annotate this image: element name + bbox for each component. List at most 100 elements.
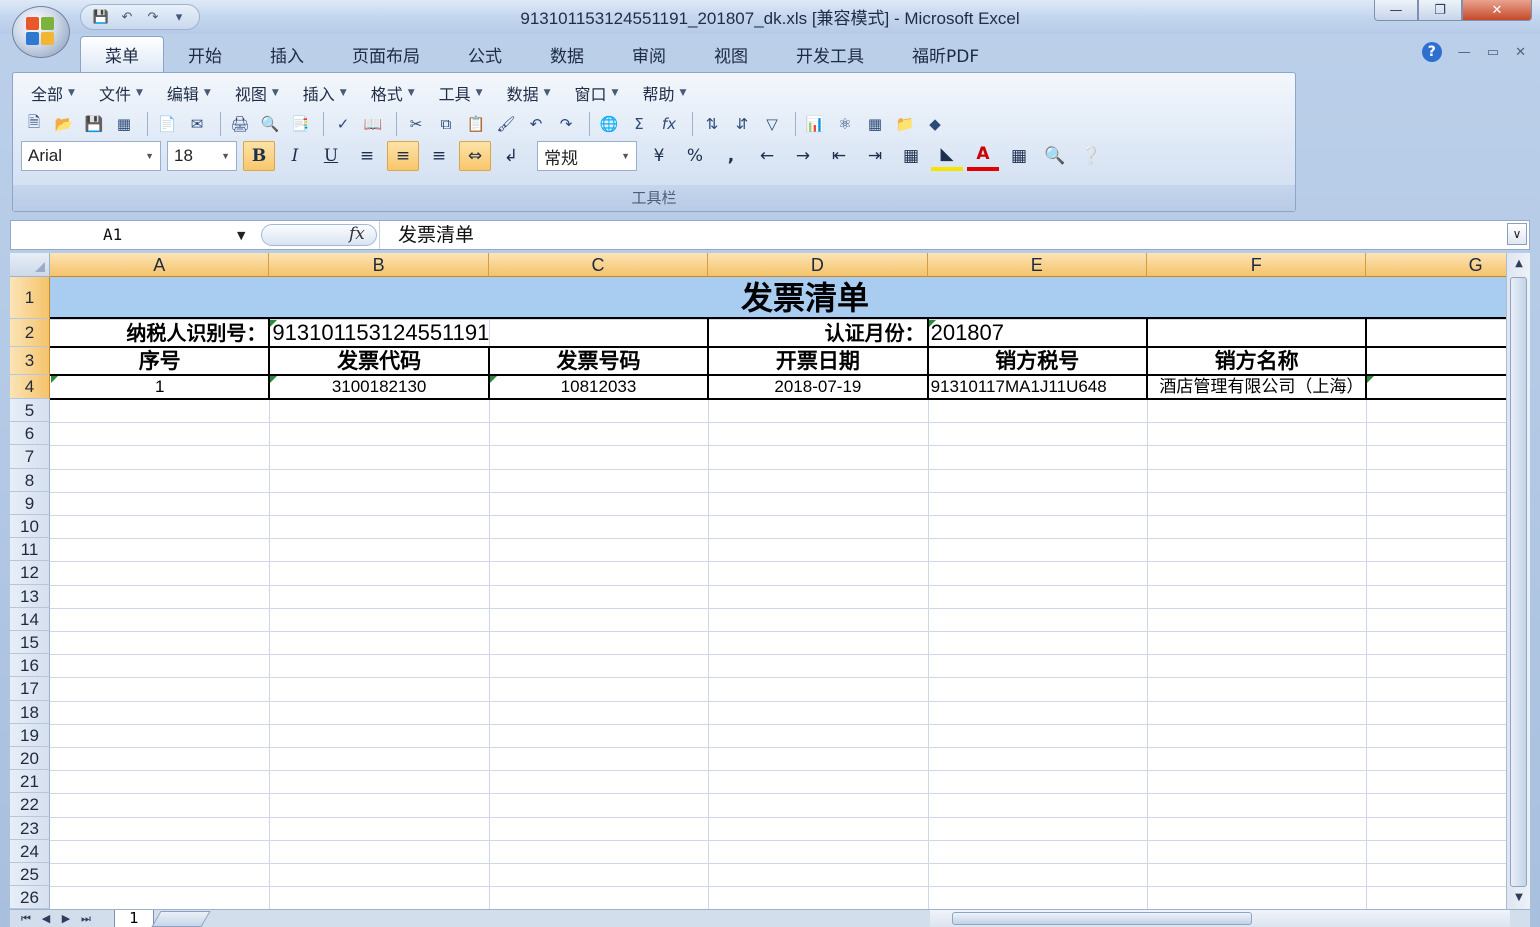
last-sheet-icon[interactable]: ⏭	[76, 910, 96, 927]
send-mail-icon[interactable]: ✉	[184, 111, 210, 137]
underline-button[interactable]: U	[315, 141, 347, 171]
column-title[interactable]: 销方税号	[931, 347, 1144, 375]
tab-foxit-pdf[interactable]: 福昕PDF	[888, 36, 1003, 72]
menu-file[interactable]: 文件 ▼	[89, 81, 153, 105]
save-icon[interactable]: 💾	[81, 111, 107, 137]
column-header-a[interactable]: A	[50, 253, 270, 277]
taxpayer-label[interactable]: 纳税人识别号：	[53, 319, 266, 347]
menu-format[interactable]: 格式 ▼	[361, 81, 425, 105]
row-header-15[interactable]: 15	[10, 631, 50, 655]
tab-review[interactable]: 审阅	[608, 36, 690, 72]
menu-view[interactable]: 视图 ▼	[225, 81, 289, 105]
worksheet-grid[interactable]: ABCDEFG 1 2 3 4 5 6 7 8 9 10 11 12 13 14 15 16 17 18 19 20 2…	[10, 253, 1506, 909]
wrap-text-icon[interactable]: ↲	[495, 141, 527, 171]
row-header-26[interactable]: 26	[10, 886, 50, 909]
print-icon[interactable]: 🖨	[227, 111, 253, 137]
row-header-20[interactable]: 20	[10, 747, 50, 771]
font-name-select[interactable]: Arial ▼	[21, 141, 161, 171]
number-format-select[interactable]: 常规 ▼	[537, 141, 637, 171]
open-folder-icon[interactable]: 📂	[51, 111, 77, 137]
record-cell[interactable]: 91310117MA1J11U648	[931, 375, 1144, 399]
row-header-24[interactable]: 24	[10, 839, 50, 863]
cut-icon[interactable]: ✂	[403, 111, 429, 137]
close-button[interactable]: ✕	[1462, 0, 1532, 21]
column-header-c[interactable]: C	[488, 253, 709, 277]
column-title[interactable]: 金额	[1369, 347, 1506, 375]
permission-icon[interactable]: ▦	[111, 111, 137, 137]
font-size-select[interactable]: 18 ▼	[167, 141, 237, 171]
vertical-scroll-thumb[interactable]	[1510, 277, 1527, 887]
bold-button[interactable]: B	[243, 141, 275, 171]
first-sheet-icon[interactable]: ⏮	[16, 910, 36, 927]
row-header-1[interactable]: 1	[10, 277, 50, 319]
insert-function-icon[interactable]: fx	[349, 224, 365, 244]
chart-icon[interactable]: 📊	[802, 111, 828, 137]
research-icon[interactable]: 📖	[360, 111, 386, 137]
row-header-12[interactable]: 12	[10, 561, 50, 585]
borders-icon[interactable]: ▦	[895, 141, 927, 171]
new-document-icon[interactable]: 🗎	[21, 111, 47, 137]
taxpayer-id[interactable]: 913101153124551191	[272, 319, 705, 347]
paste-icon[interactable]: 📋	[463, 111, 489, 137]
row-header-22[interactable]: 22	[10, 793, 50, 817]
row-header-5[interactable]: 5	[10, 399, 50, 423]
insert-sheet-icon[interactable]	[151, 911, 211, 927]
ribbon-close-icon[interactable]: ✕	[1515, 45, 1526, 60]
column-header-d[interactable]: D	[708, 253, 928, 277]
align-left-icon[interactable]: ≡	[351, 141, 383, 171]
period-value[interactable]: 201807	[931, 319, 1144, 347]
menu-data[interactable]: 数据 ▼	[497, 81, 561, 105]
increase-decimal-icon[interactable]: ←	[751, 141, 783, 171]
name-box-dropdown-icon[interactable]: ▼	[237, 229, 245, 242]
record-cell[interactable]: 1	[53, 375, 266, 399]
record-cell[interactable]: 10812033	[492, 375, 705, 399]
column-title[interactable]: 发票代码	[272, 347, 485, 375]
hyperlink-icon[interactable]: 🌐	[596, 111, 622, 137]
menu-help[interactable]: 帮助 ▼	[632, 81, 696, 105]
find-icon[interactable]: 🔍	[1039, 141, 1071, 171]
decrease-decimal-icon[interactable]: →	[787, 141, 819, 171]
column-title[interactable]: 发票号码	[492, 347, 705, 375]
office-button[interactable]	[12, 6, 70, 58]
menu-tools[interactable]: 工具 ▼	[429, 81, 493, 105]
tab-developer[interactable]: 开发工具	[772, 36, 888, 72]
row-header-21[interactable]: 21	[10, 770, 50, 794]
formula-input[interactable]: 发票清单	[379, 221, 474, 249]
row-header-7[interactable]: 7	[10, 445, 50, 469]
copy-icon[interactable]: ⧉	[433, 111, 459, 137]
menu-edit[interactable]: 编辑 ▼	[157, 81, 221, 105]
period-label[interactable]: 认证月份：	[711, 319, 925, 347]
minimize-button[interactable]: —	[1374, 0, 1418, 21]
print-preview-icon[interactable]: 🔍	[257, 111, 283, 137]
tab-view[interactable]: 视图	[690, 36, 772, 72]
page-setup-icon[interactable]: 📑	[287, 111, 313, 137]
row-header-17[interactable]: 17	[10, 677, 50, 701]
conditional-format-icon[interactable]: ▦	[1003, 141, 1035, 171]
cell-area[interactable]: 发票清单 纳税人识别号： 913101153124551191 认证月份： 201807…	[50, 277, 1506, 909]
row-header-13[interactable]: 13	[10, 584, 50, 608]
comma-button[interactable]: ,	[715, 141, 747, 171]
help-icon[interactable]: ?	[1421, 42, 1442, 62]
menu-window[interactable]: 窗口 ▼	[565, 81, 629, 105]
drawing-icon[interactable]: ⚛	[832, 111, 858, 137]
align-right-icon[interactable]: ≡	[423, 141, 455, 171]
ribbon-restore-icon[interactable]: ▭	[1487, 45, 1499, 60]
sort-ascending-icon[interactable]: ⇅	[699, 111, 725, 137]
table-grid-icon[interactable]: ▦	[862, 111, 888, 137]
horizontal-scroll-thumb[interactable]	[952, 912, 1252, 925]
tab-page-layout[interactable]: 页面布局	[328, 36, 444, 72]
column-header-f[interactable]: F	[1147, 253, 1367, 277]
ribbon-minimize-icon[interactable]: —	[1458, 45, 1471, 60]
function-icon[interactable]: fx	[656, 111, 682, 137]
undo-icon[interactable]: ↶	[523, 111, 549, 137]
prev-sheet-icon[interactable]: ◀	[36, 910, 56, 927]
scroll-down-icon[interactable]: ▼	[1509, 889, 1529, 907]
increase-indent-icon[interactable]: ⇥	[859, 141, 891, 171]
tab-formulas[interactable]: 公式	[444, 36, 526, 72]
row-header-4[interactable]: 4	[10, 375, 50, 399]
row-header-18[interactable]: 18	[10, 700, 50, 724]
row-header-16[interactable]: 16	[10, 654, 50, 678]
autosum-icon[interactable]: Σ	[626, 111, 652, 137]
row-header-2[interactable]: 2	[10, 319, 50, 347]
help-circle-icon[interactable]: ❔	[1075, 141, 1107, 171]
